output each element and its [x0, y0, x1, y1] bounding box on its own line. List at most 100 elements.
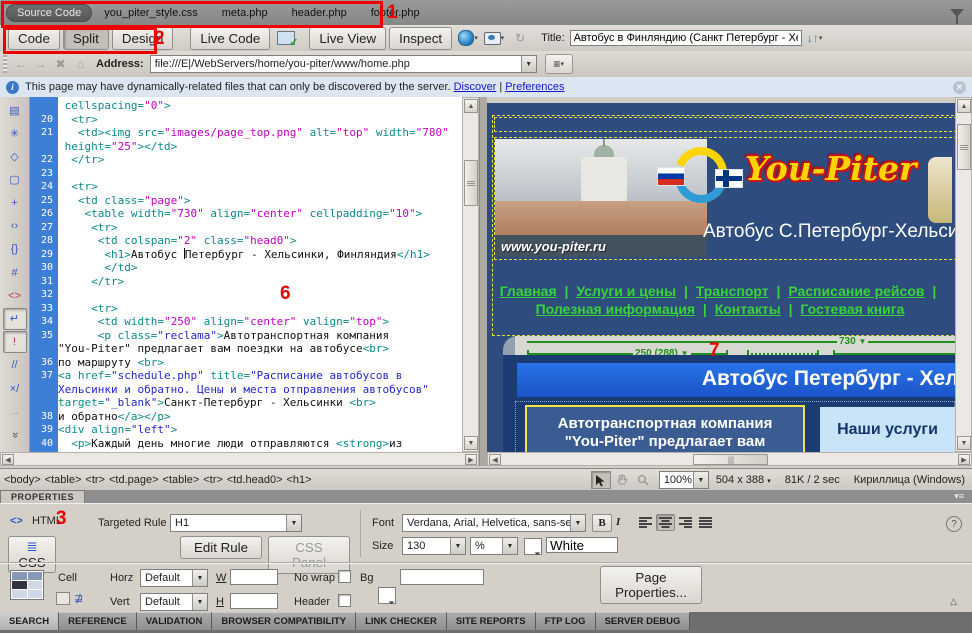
site-menu-link[interactable]: Транспорт — [696, 283, 769, 299]
tag-selector-item[interactable]: <td.head0> — [227, 474, 283, 486]
stop-icon[interactable]: ✖ — [52, 56, 69, 73]
site-menu-link[interactable]: Гостевая книга — [800, 301, 904, 317]
horz-select[interactable]: Default▼ — [140, 569, 208, 587]
code-editor[interactable]: cellspacing="0"> <tr> <td><img src="imag… — [58, 97, 462, 452]
design-view[interactable]: www.you-piter.ru You-Piter Автобус С.Пет… — [487, 97, 955, 452]
edit-rule-button[interactable]: Edit Rule — [180, 536, 262, 559]
split-view-button[interactable]: Split — [63, 27, 109, 50]
balance-braces-icon[interactable]: {} — [3, 238, 27, 260]
collapse-full-tag-icon[interactable]: ◇ — [3, 145, 27, 167]
home-icon[interactable]: ⌂ — [72, 56, 89, 73]
no-wrap-checkbox[interactable] — [338, 570, 351, 583]
height-input[interactable] — [230, 593, 278, 609]
split-cell-icon[interactable]: ⋣ — [74, 592, 83, 605]
related-file-tab[interactable]: footer.php — [359, 4, 432, 22]
results-tab[interactable]: FTP LOG — [536, 612, 596, 630]
highlight-invalid-code-icon[interactable]: <> — [3, 285, 27, 307]
header-checkbox[interactable] — [338, 594, 351, 607]
code-horizontal-scrollbar[interactable]: ◀ ▶ — [0, 452, 479, 466]
syntax-error-alerts-icon[interactable]: ! — [3, 331, 27, 353]
window-size[interactable]: 504 x 388 ▾ — [716, 474, 771, 486]
hand-tool-icon[interactable] — [612, 471, 632, 489]
results-tab[interactable]: REFERENCE — [59, 612, 137, 630]
open-documents-icon[interactable]: ▤ — [3, 99, 27, 121]
page-properties-button[interactable]: Page Properties... — [600, 566, 702, 604]
related-file-tab[interactable]: meta.php — [210, 4, 280, 22]
filter-related-files-icon[interactable] — [950, 9, 964, 17]
back-icon[interactable]: ← — [12, 56, 29, 73]
inspect-button[interactable]: Inspect — [389, 27, 452, 50]
reclama-cell[interactable]: Автотранспортная компания "You-Piter" пр… — [525, 405, 805, 452]
line-numbers-icon[interactable]: # — [3, 261, 27, 283]
results-tab[interactable]: SITE REPORTS — [447, 612, 536, 630]
width-input[interactable] — [230, 569, 278, 585]
page-h1-banner[interactable]: Автобус Петербург - Хельсинки — [517, 363, 955, 397]
font-select[interactable]: Verdana, Arial, Helvetica, sans-serif▼ — [402, 514, 586, 532]
site-menu-link[interactable]: Контакты — [715, 301, 781, 317]
live-view-button[interactable]: Live View — [309, 27, 386, 50]
collapse-selection-icon[interactable]: ▢ — [3, 169, 27, 191]
results-tab[interactable]: SEARCH — [0, 612, 59, 630]
align-center-icon[interactable] — [656, 514, 675, 531]
vert-select[interactable]: Default▼ — [140, 593, 208, 611]
word-wrap-icon[interactable]: ↵ — [3, 308, 27, 330]
text-color-input[interactable] — [546, 537, 618, 553]
source-code-tab[interactable]: Source Code — [6, 4, 92, 22]
align-left-icon[interactable] — [636, 514, 655, 531]
results-tab[interactable]: BROWSER COMPATIBILITY — [212, 612, 356, 630]
help-icon[interactable]: ? — [946, 516, 962, 532]
file-management-icon[interactable]: ↓↑▾ — [804, 28, 826, 48]
css-panel-button[interactable]: CSS Panel — [268, 536, 350, 574]
related-file-tab[interactable]: you_piter_style.css — [92, 4, 210, 22]
apply-comment-icon[interactable]: // — [3, 354, 27, 376]
code-navigator-icon[interactable]: ✳ — [3, 122, 27, 144]
bold-button[interactable]: B — [592, 514, 612, 532]
indent-code-icon[interactable]: → — [3, 401, 27, 423]
html-mode-button[interactable]: HTML — [32, 515, 62, 527]
italic-button[interactable]: I — [616, 516, 620, 528]
css-mode-button[interactable]: ≣ CSS — [8, 536, 56, 573]
remove-comment-icon[interactable]: ×/ — [3, 377, 27, 399]
services-cell[interactable]: Наши услуги — [820, 407, 955, 452]
forward-icon[interactable]: → — [32, 56, 49, 73]
discover-link[interactable]: Discover — [454, 81, 497, 93]
design-view-button[interactable]: Design — [112, 27, 174, 50]
results-tab[interactable]: SERVER DEBUG — [596, 612, 691, 630]
site-menu-link[interactable]: Полезная информация — [536, 301, 695, 317]
select-parent-tag-icon[interactable]: ‹› — [3, 215, 27, 237]
refresh-design-view-icon[interactable]: ↻ — [509, 28, 531, 48]
tag-selector-item[interactable]: <table> — [163, 474, 200, 486]
panel-menu-icon[interactable]: ▾≡ — [954, 491, 964, 502]
collapse-panel-icon[interactable]: △ — [950, 596, 957, 607]
title-input[interactable] — [570, 30, 802, 46]
table-width-label[interactable]: 730 ▼ — [837, 336, 868, 347]
magnification-select[interactable]: 100%▼ — [659, 471, 709, 489]
text-color-swatch[interactable] — [524, 538, 542, 555]
tag-selector-item[interactable]: <tr> — [203, 474, 223, 486]
site-menu-link[interactable]: Услуги и цены — [576, 283, 676, 299]
align-right-icon[interactable] — [676, 514, 695, 531]
close-info-bar-icon[interactable]: ✕ — [953, 81, 966, 94]
code-vertical-scrollbar[interactable]: ▲ ▼ — [462, 97, 479, 452]
toolbar-handle[interactable] — [3, 55, 7, 73]
tag-selector-item[interactable]: <td.page> — [109, 474, 159, 486]
code-view-button[interactable]: Code — [8, 27, 60, 50]
check-browser-compatibility-icon[interactable] — [275, 28, 297, 48]
site-menu-link[interactable]: Расписание рейсов — [788, 283, 924, 299]
results-tab[interactable]: LINK CHECKER — [356, 612, 447, 630]
tag-selector-item[interactable]: <table> — [45, 474, 82, 486]
preview-in-browser-icon[interactable]: ▾ — [457, 28, 479, 48]
live-code-button[interactable]: Live Code — [190, 27, 270, 50]
select-tool-icon[interactable] — [591, 471, 611, 489]
unit-select[interactable]: %▼ — [470, 537, 518, 555]
site-menu-link[interactable]: Главная — [500, 283, 557, 299]
related-file-tab[interactable]: header.php — [280, 4, 359, 22]
zoom-tool-icon[interactable] — [633, 471, 653, 489]
targeted-rule-select[interactable]: H1▼ — [170, 514, 302, 532]
align-justify-icon[interactable] — [696, 514, 715, 531]
size-select[interactable]: 130▼ — [402, 537, 466, 555]
preferences-link[interactable]: Preferences — [505, 81, 564, 93]
properties-tab[interactable]: PROPERTIES — [0, 490, 85, 504]
view-options-icon[interactable]: ≡▾ — [545, 54, 573, 74]
results-tab[interactable]: VALIDATION — [137, 612, 213, 630]
